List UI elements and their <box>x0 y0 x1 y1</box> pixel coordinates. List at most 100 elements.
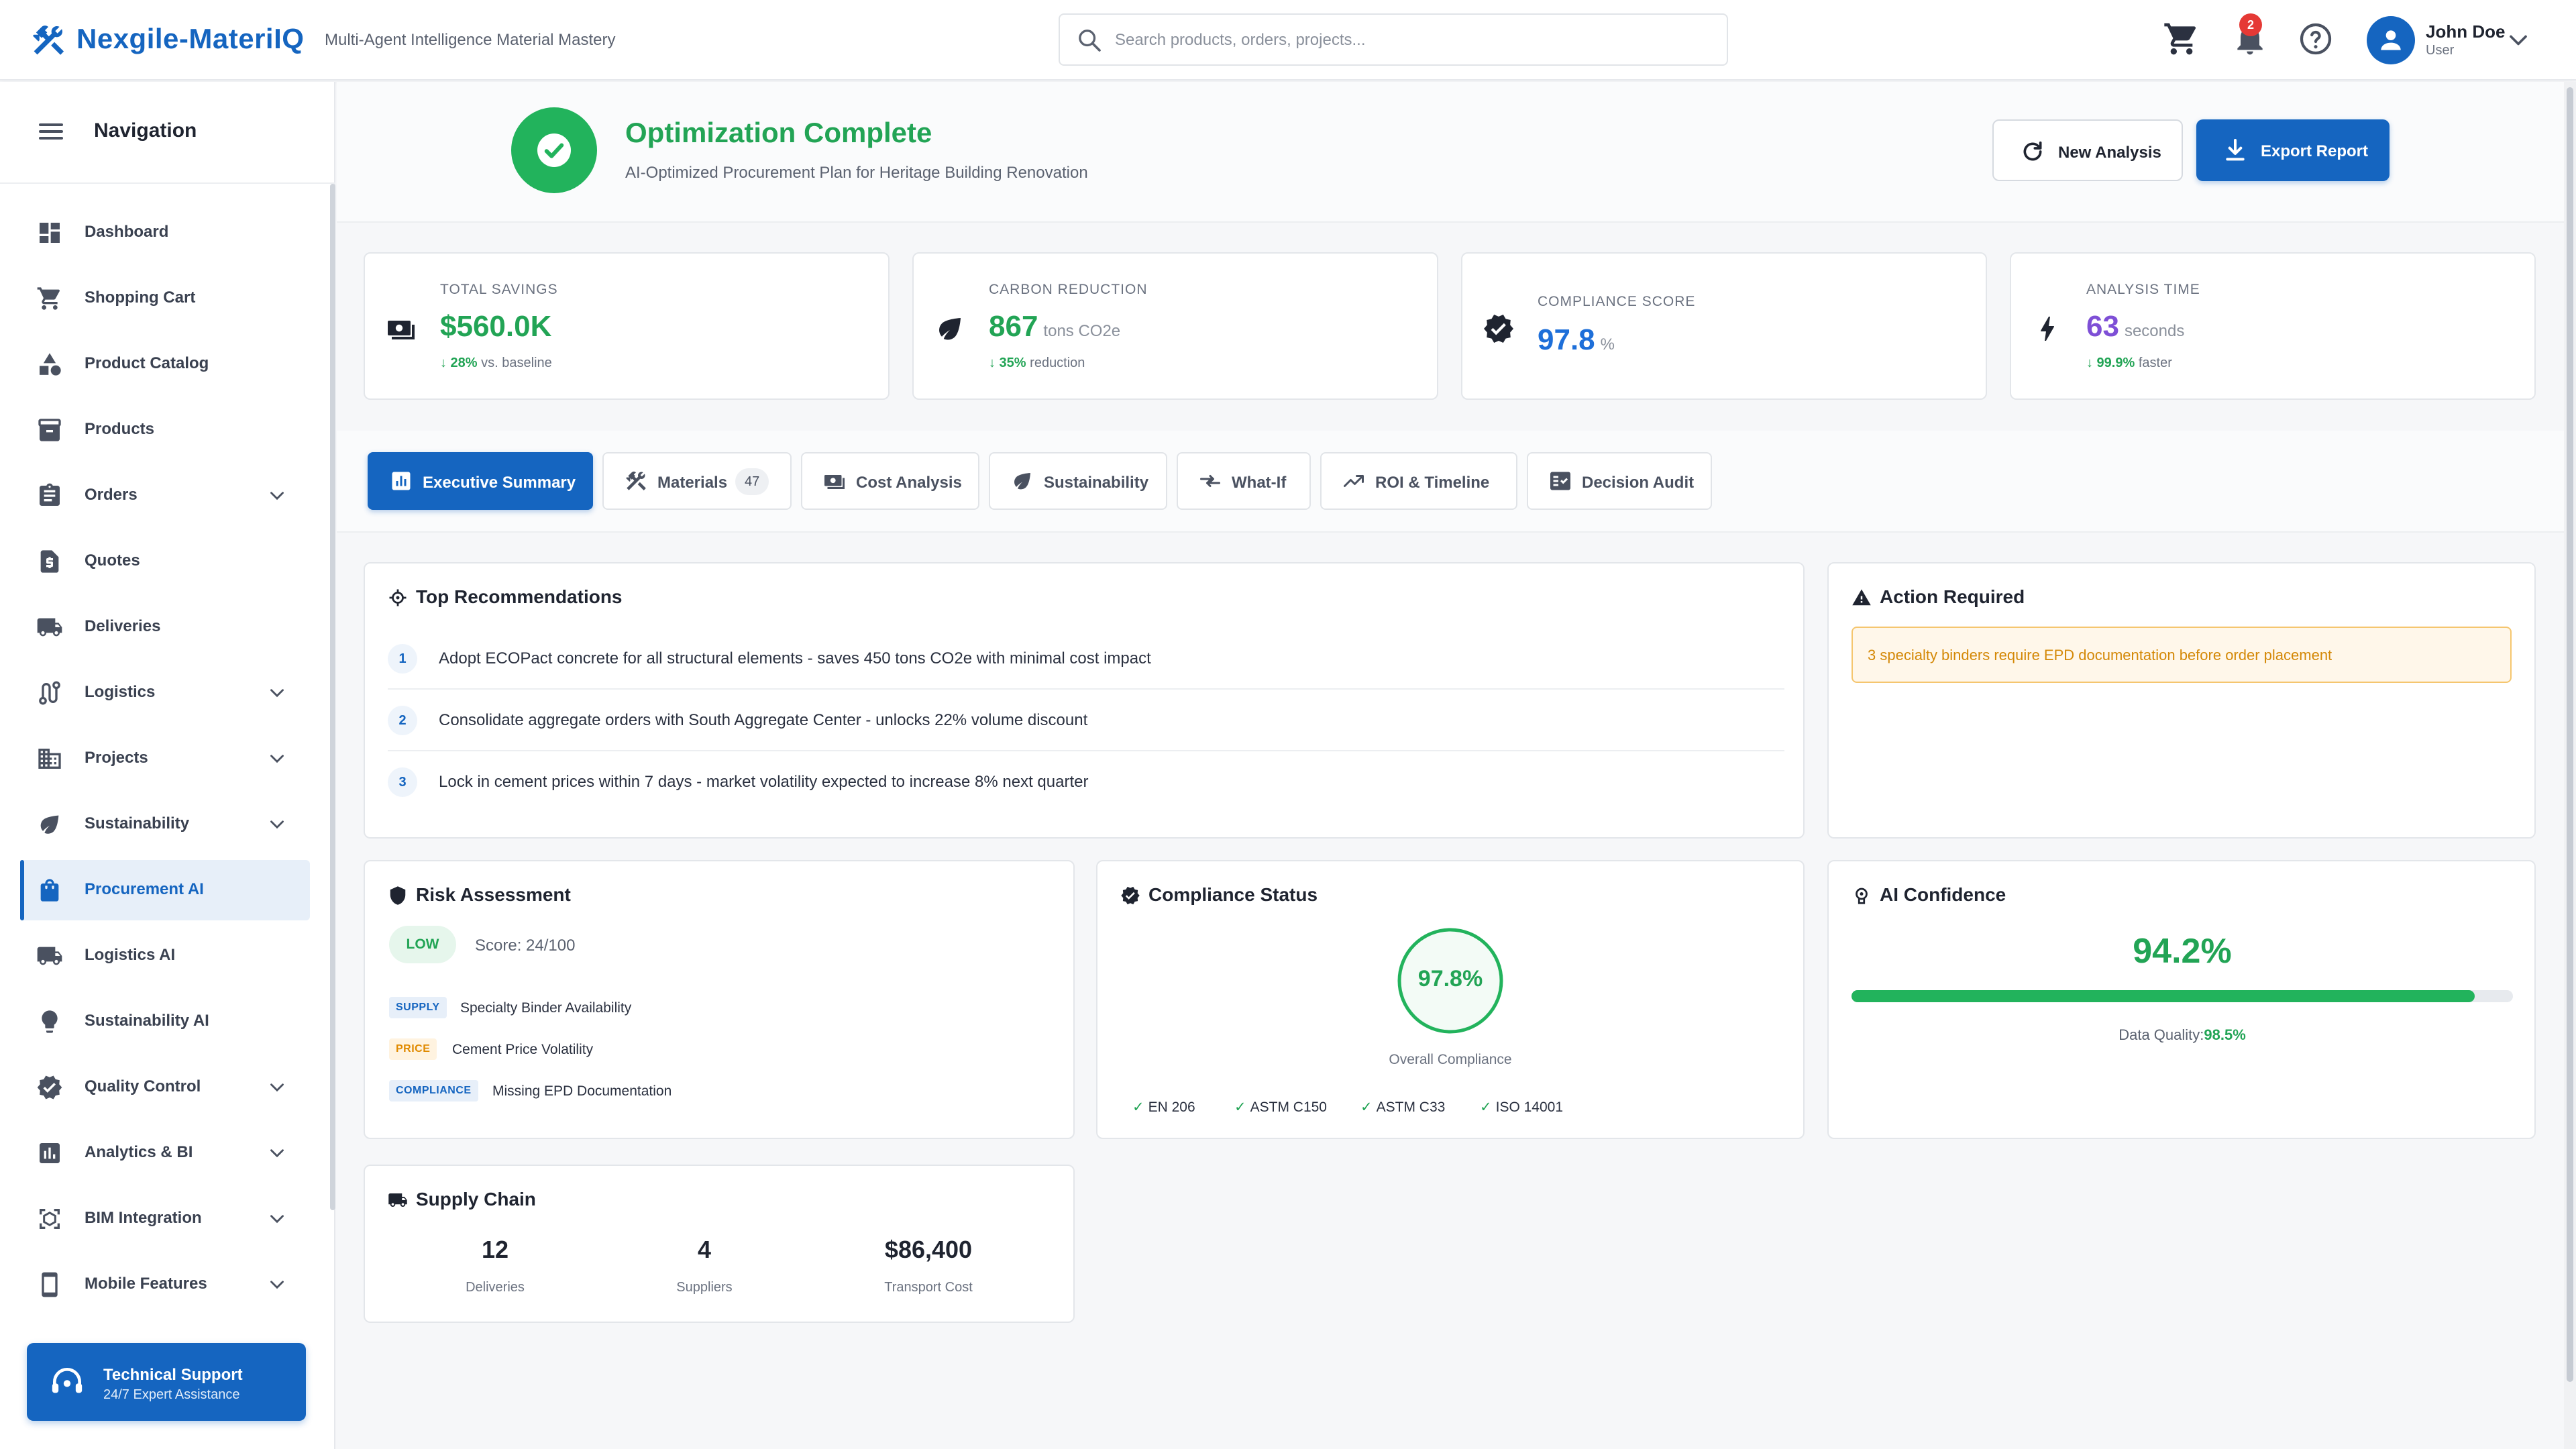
alert-message: 3 specialty binders require EPD document… <box>1868 647 2332 663</box>
sidebar-item-projects[interactable]: Projects <box>20 729 310 789</box>
chevron-down-icon[interactable] <box>266 1076 288 1099</box>
tab-cost-analysis[interactable]: Cost Analysis <box>801 452 979 510</box>
standard-label: EN 206 <box>1148 1099 1195 1115</box>
chevron-down-icon[interactable] <box>266 1208 288 1230</box>
support-title: Technical Support <box>103 1366 243 1384</box>
kpi-delta: ↓ 99.9% faster <box>2086 356 2172 371</box>
search-icon <box>1079 30 1101 52</box>
new-analysis-button[interactable]: New Analysis <box>1992 119 2183 181</box>
chevron-down-icon[interactable] <box>266 1273 288 1296</box>
page-scrollbar-thumb[interactable] <box>2567 87 2573 1382</box>
confidence-value: 94.2% <box>2133 932 2232 971</box>
chevron-down-icon[interactable] <box>266 747 288 770</box>
sidebar-item-sustainability-ai[interactable]: Sustainability AI <box>20 991 310 1052</box>
refresh-icon <box>2023 141 2042 161</box>
menu-icon[interactable] <box>35 115 67 148</box>
kpi-delta-text: faster <box>2138 356 2172 370</box>
standard-label: ISO 14001 <box>1495 1099 1564 1115</box>
bolt-icon <box>2041 317 2055 341</box>
sidebar-item-quality-control[interactable]: Quality Control <box>20 1057 310 1118</box>
risk-tag: SUPPLY <box>389 997 447 1018</box>
tab-materials[interactable]: Materials 47 <box>602 452 792 510</box>
kpi-number: 867 <box>989 310 1038 343</box>
sidebar-item-dashboard[interactable]: Dashboard <box>20 203 310 263</box>
tab-decision-audit[interactable]: Decision Audit <box>1527 452 1712 510</box>
chevron-down-icon[interactable] <box>266 813 288 836</box>
page-scrollbar[interactable] <box>2564 82 2576 1449</box>
cart-icon[interactable] <box>2163 20 2200 58</box>
kpi-value: 97.8% <box>1538 323 1615 357</box>
tab-roi-timeline[interactable]: ROI & Timeline <box>1320 452 1517 510</box>
kpi-delta: ↓ 28% vs. baseline <box>440 356 552 371</box>
sidebar-item-procurement-ai[interactable]: Procurement AI <box>20 860 310 920</box>
chevron-down-icon[interactable] <box>266 1142 288 1165</box>
sidebar-scrollbar[interactable] <box>330 184 335 1210</box>
sidebar-item-deliveries[interactable]: Deliveries <box>20 597 310 657</box>
tab-sustainability[interactable]: Sustainability <box>989 452 1167 510</box>
technical-support-button[interactable]: Technical Support 24/7 Expert Assistance <box>27 1343 306 1421</box>
sidebar-item-quotes[interactable]: Quotes <box>20 531 310 592</box>
sidebar-item-label: Product Catalog <box>85 354 209 372</box>
kpi-value: 63 seconds <box>2086 310 2184 343</box>
sidebar-item-label: BIM Integration <box>85 1209 202 1227</box>
sidebar-item-logistics[interactable]: Logistics <box>20 663 310 723</box>
card-title: Compliance Status <box>1148 884 1318 905</box>
brand-name[interactable]: Nexgile-MateriIQ <box>76 23 304 55</box>
inventory-icon <box>38 419 61 441</box>
sidebar-item-mobile-features[interactable]: Mobile Features <box>20 1254 310 1315</box>
confidence-progress-bar <box>1851 990 2513 1002</box>
export-report-button[interactable]: Export Report <box>2196 119 2390 181</box>
kpi-total-savings: TOTAL SAVINGS $560.0K ↓ 28% vs. baseline <box>364 252 890 400</box>
sidebar-item-label: Orders <box>85 486 138 504</box>
chevron-down-icon[interactable] <box>266 484 288 507</box>
tab-what-if[interactable]: What-If <box>1177 452 1311 510</box>
search-input[interactable] <box>1115 24 1705 56</box>
avatar[interactable] <box>2367 16 2415 64</box>
sidebar-item-orders[interactable]: Orders <box>20 466 310 526</box>
user-name[interactable]: John Doe <box>2426 21 2505 42</box>
search-box[interactable] <box>1059 13 1728 66</box>
kpi-unit: seconds <box>2124 322 2185 340</box>
sidebar-item-logistics-ai[interactable]: Logistics AI <box>20 926 310 986</box>
shopping-bag-icon <box>40 879 59 902</box>
phone-icon <box>42 1272 58 1297</box>
cart-icon <box>37 287 60 310</box>
chevron-down-icon[interactable] <box>266 682 288 704</box>
tab-executive-summary[interactable]: Executive Summary <box>368 452 593 510</box>
supply-stat-label: Suppliers <box>676 1280 733 1295</box>
lightbulb-icon <box>42 1010 58 1033</box>
leaf-icon <box>40 815 59 834</box>
card-title: Action Required <box>1880 586 2025 607</box>
kpi-number: 63 <box>2086 310 2119 343</box>
export-report-label: Export Report <box>2261 142 2369 160</box>
recommendation-text: Adopt ECOPact concrete for all structura… <box>439 649 1151 667</box>
page-subtitle: AI-Optimized Procurement Plan for Herita… <box>625 164 1088 182</box>
sidebar-item-sustainability[interactable]: Sustainability <box>20 794 310 855</box>
data-quality-value: 98.5% <box>2204 1026 2246 1043</box>
money-icon <box>388 321 415 339</box>
sidebar-item-label: Logistics <box>85 683 156 701</box>
main-content: Optimization Complete AI-Optimized Procu… <box>337 82 2564 1449</box>
category-icon <box>40 353 61 376</box>
sidebar-item-products[interactable]: Products <box>20 400 310 460</box>
recommendation-number: 1 <box>388 644 417 674</box>
route-icon <box>39 681 60 705</box>
sidebar-item-label: Shopping Cart <box>85 288 196 307</box>
kpi-delta-value: ↓ 99.9% <box>2086 356 2135 370</box>
supply-stat-value: 4 <box>697 1236 712 1263</box>
chevron-down-icon[interactable] <box>2504 25 2533 55</box>
help-icon[interactable] <box>2297 20 2334 58</box>
sidebar-item-product-catalog[interactable]: Product Catalog <box>20 334 310 394</box>
tab-label: Materials <box>657 474 728 492</box>
sidebar-item-shopping-cart[interactable]: Shopping Cart <box>20 268 310 329</box>
sidebar-item-label: Deliveries <box>85 617 161 635</box>
3d-view-icon <box>40 1209 60 1229</box>
tools-icon <box>32 25 64 55</box>
risk-score: Score: 24/100 <box>475 936 576 955</box>
nav-title: Navigation <box>94 119 197 142</box>
kpi-delta-text: reduction <box>1030 356 1085 370</box>
sidebar-item-bim-integration[interactable]: BIM Integration <box>20 1189 310 1249</box>
sidebar-item-analytics-bi[interactable]: Analytics & BI <box>20 1123 310 1183</box>
verified-icon <box>1484 315 1513 343</box>
kpi-label: COMPLIANCE SCORE <box>1538 294 1696 309</box>
